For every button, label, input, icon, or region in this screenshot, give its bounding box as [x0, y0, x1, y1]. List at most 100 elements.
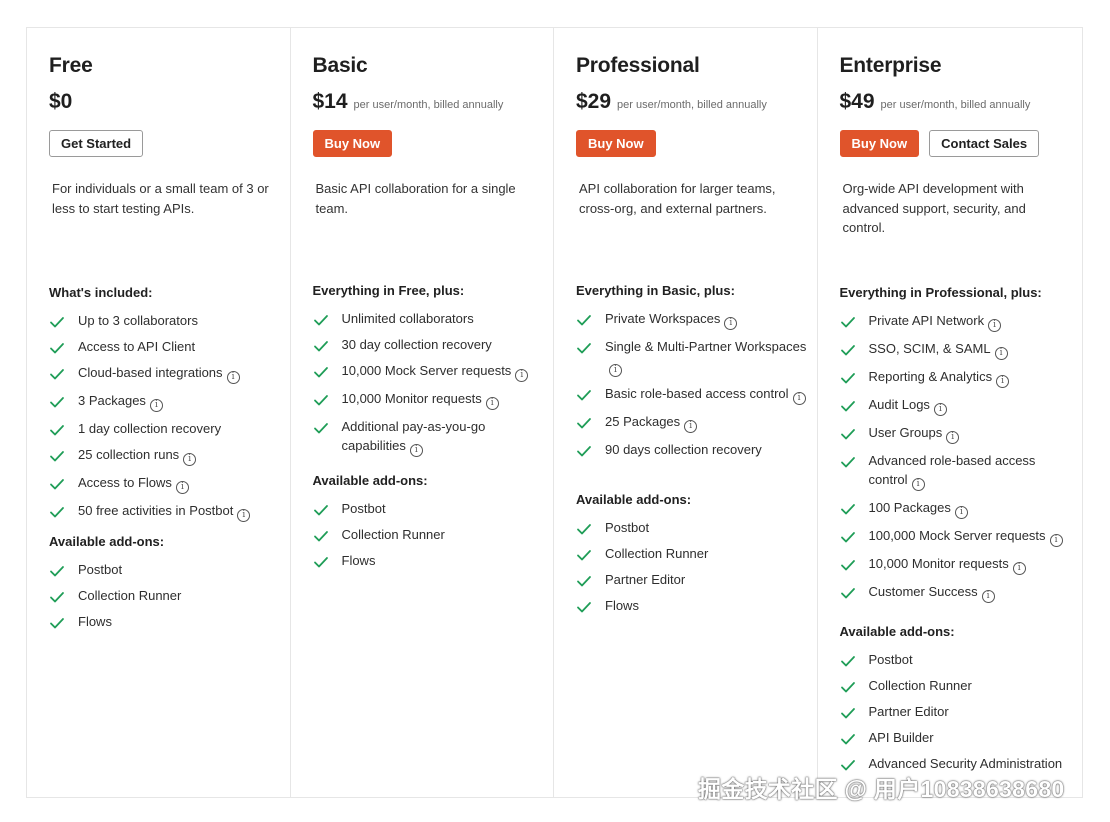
feature-item: Private API Network i — [840, 311, 1075, 332]
check-icon — [840, 426, 856, 442]
info-icon[interactable]: i — [946, 431, 960, 444]
check-icon — [49, 615, 65, 631]
feature-text: Private API Network — [868, 313, 985, 328]
info-icon[interactable]: i — [175, 481, 189, 494]
button-row: Get Started — [49, 130, 144, 157]
info-icon[interactable]: i — [954, 506, 968, 519]
section-title: Available add-ons: — [576, 492, 692, 507]
plan-description: API collaboration for larger teams, cros… — [579, 181, 776, 216]
feature-text: Basic role-based access control — [605, 386, 789, 401]
info-icon[interactable]: i — [684, 420, 698, 433]
feature-text: 90 days collection recovery — [605, 442, 762, 457]
info-icon[interactable]: i — [933, 403, 947, 416]
plan-description: For individuals or a small team of 3 or … — [52, 181, 269, 216]
feature-item: Additional pay-as-you-go capabilities i — [313, 417, 548, 457]
feature-item: Unlimited collaborators — [313, 309, 548, 328]
feature-text: Access to Flows — [78, 475, 172, 490]
addon-text: Flows — [341, 553, 376, 568]
info-icon[interactable]: i — [792, 392, 806, 405]
buy-now-button[interactable]: Buy Now — [576, 130, 656, 157]
info-icon[interactable]: i — [149, 399, 163, 412]
info-icon[interactable]: i — [1049, 534, 1063, 547]
feature-item: 90 days collection recovery — [576, 440, 811, 459]
addon-text: Collection Runner — [868, 678, 972, 693]
feature-text: Single & Multi-Partner Workspaces — [605, 339, 807, 354]
feature-text-wrap: 10,000 Monitor requests i — [342, 389, 548, 410]
info-icon[interactable]: i — [226, 371, 240, 384]
info-icon[interactable]: i — [515, 369, 529, 382]
info-icon[interactable]: i — [237, 509, 251, 522]
price-row: $14 per user/month, billed annually — [313, 90, 504, 114]
check-icon — [840, 342, 856, 358]
feature-text: Up to 3 collaborators — [78, 313, 198, 328]
contact-sales-button[interactable]: Contact Sales — [929, 130, 1040, 157]
feature-text-wrap: Single & Multi-Partner Workspaces i — [605, 337, 811, 377]
feature-item: Up to 3 collaborators — [49, 311, 284, 330]
feature-item: Single & Multi-Partner Workspaces i — [576, 337, 811, 377]
check-icon — [576, 312, 592, 328]
info-icon[interactable]: i — [1012, 562, 1026, 575]
plan-description: Basic API collaboration for a single tea… — [315, 181, 516, 216]
info-icon[interactable]: i — [409, 444, 423, 457]
included-features: Everything in Professional, plus: Private… — [840, 282, 1075, 603]
feature-item: Access to API Client — [49, 337, 284, 356]
info-icon[interactable]: i — [988, 319, 1002, 332]
info-icon[interactable]: i — [911, 478, 925, 491]
check-icon — [840, 705, 856, 721]
price-note: per user/month, billed annually — [617, 99, 767, 111]
button-row: Buy Now — [576, 130, 656, 157]
buy-now-button[interactable]: Buy Now — [839, 130, 920, 157]
addon-item: Partner Editor — [576, 570, 811, 589]
plan-name: Professional — [576, 54, 700, 77]
info-icon[interactable]: i — [609, 364, 622, 377]
feature-item: 1 day collection recovery — [49, 419, 284, 438]
addon-item: Collection Runner — [576, 544, 811, 563]
check-icon — [840, 653, 856, 669]
feature-text: 100,000 Mock Server requests — [868, 528, 1046, 543]
addons: Available add-ons: Postbot Collection Runn… — [49, 531, 284, 631]
addons: Available add-ons: Postbot Collection Runn… — [576, 489, 811, 615]
info-icon[interactable]: i — [183, 453, 197, 466]
feature-item: SSO, SCIM, & SAML i — [840, 339, 1075, 360]
check-icon — [840, 679, 856, 695]
info-icon[interactable]: i — [724, 317, 738, 330]
feature-text-wrap: 30 day collection recovery — [342, 335, 548, 354]
addon-text: API Builder — [868, 730, 934, 745]
feature-item: 100 Packages i — [840, 498, 1075, 519]
feature-item: Reporting & Analytics i — [840, 367, 1075, 388]
addon-item: Collection Runner — [840, 676, 1075, 695]
feature-text: 25 collection runs — [78, 447, 180, 462]
feature-item: Access to Flows i — [49, 473, 284, 494]
addon-text: Partner Editor — [868, 704, 949, 719]
info-icon[interactable]: i — [996, 375, 1010, 388]
check-icon — [49, 314, 65, 330]
addon-item: Collection Runner — [313, 525, 548, 544]
price-note: per user/month, billed annually — [353, 99, 504, 111]
feature-text: Customer Success — [868, 584, 978, 599]
included-features: Everything in Basic, plus: Private Worksp… — [576, 280, 811, 459]
info-icon[interactable]: i — [485, 397, 499, 410]
feature-text: Cloud-based integrations — [78, 365, 223, 380]
buy-now-button[interactable]: Buy Now — [312, 130, 393, 157]
check-icon — [576, 340, 592, 356]
get-started-button[interactable]: Get Started — [49, 130, 144, 157]
feature-text: 30 day collection recovery — [341, 337, 492, 352]
info-icon[interactable]: i — [981, 590, 995, 603]
section-title: What's included: — [49, 285, 153, 300]
check-icon — [49, 422, 65, 438]
addon-text: Postbot — [605, 520, 650, 535]
feature-text-wrap: 100,000 Mock Server requests i — [869, 526, 1075, 547]
feature-text: 10,000 Monitor requests — [341, 391, 482, 406]
check-icon — [840, 585, 856, 601]
feature-text-wrap: Private API Network i — [869, 311, 1075, 332]
feature-text-wrap: Up to 3 collaborators — [78, 311, 284, 330]
info-icon[interactable]: i — [994, 347, 1008, 360]
plan-card-basic: Basic $14 per user/month, billed annually B… — [291, 28, 554, 797]
button-row: Buy Now Contact Sales — [839, 130, 1040, 157]
feature-text-wrap: 3 Packages i — [78, 391, 284, 412]
check-icon — [49, 340, 65, 356]
plan-name: Enterprise — [839, 54, 942, 77]
feature-item: Audit Logs i — [840, 395, 1075, 416]
check-icon — [49, 366, 65, 382]
check-icon — [313, 364, 329, 380]
